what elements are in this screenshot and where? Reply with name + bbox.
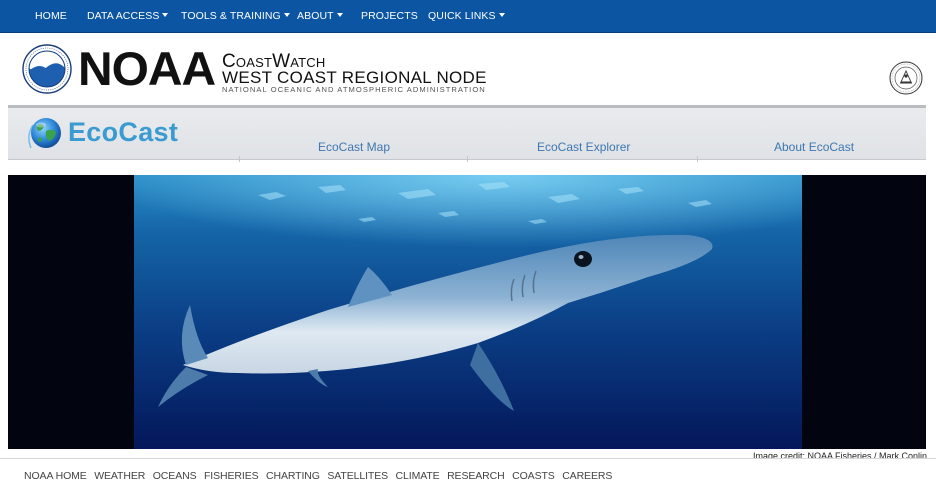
footer-nav: NOAA HOME WEATHER OCEANS FISHERIES CHARTING S…: [24, 470, 620, 482]
footer-link-weather[interactable]: WEATHER: [94, 470, 145, 482]
nav-about[interactable]: ABOUT: [297, 0, 343, 32]
ecocast-title[interactable]: EcoCast: [68, 118, 178, 146]
footer-link-oceans[interactable]: OCEANS: [153, 470, 197, 482]
nav-projects-label: PROJECTS: [361, 10, 418, 22]
nav-data-access[interactable]: DATA ACCESS: [87, 0, 169, 32]
about-ecocast-link[interactable]: About EcoCast: [774, 140, 854, 154]
nav-tools-training[interactable]: TOOLS & TRAINING: [181, 0, 290, 32]
nav-tools-training-label: TOOLS & TRAINING: [181, 10, 281, 22]
footer-link-climate[interactable]: CLIMATE: [396, 470, 440, 482]
nav-projects[interactable]: PROJECTS: [361, 0, 418, 32]
divider: [0, 458, 936, 459]
agency-subtitle: NATIONAL OCEANIC AND ATMOSPHERIC ADMINIS…: [222, 85, 486, 94]
footer-link-research[interactable]: RESEARCH: [447, 470, 505, 482]
chevron-down-icon: [162, 13, 169, 18]
footer-link-noaa-home[interactable]: NOAA HOME: [24, 470, 87, 482]
hero-shark-image: [8, 175, 926, 449]
footer-link-careers[interactable]: CAREERS: [562, 470, 612, 482]
department-of-commerce-seal-icon[interactable]: [889, 61, 923, 95]
footer-link-coasts[interactable]: COASTS: [512, 470, 555, 482]
divider: [467, 156, 468, 162]
chevron-down-icon: [498, 13, 505, 18]
site-header: NOAA CoastWatch WEST COAST REGIONAL NODE…: [0, 33, 936, 105]
ecocast-subnav: EcoCast EcoCast Map EcoCast Explorer Abo…: [8, 105, 926, 162]
chevron-down-icon: [336, 13, 343, 18]
footer-link-charting[interactable]: CHARTING: [266, 470, 320, 482]
nav-home[interactable]: HOME: [35, 0, 67, 32]
noaa-seal-icon[interactable]: [22, 44, 72, 94]
chevron-down-icon: [283, 13, 290, 18]
top-navbar: HOME DATA ACCESS TOOLS & TRAINING ABOUT …: [0, 0, 936, 33]
divider: [239, 156, 240, 162]
nav-data-access-label: DATA ACCESS: [87, 10, 160, 22]
nav-quick-links-label: QUICK LINKS: [428, 10, 496, 22]
nav-about-label: ABOUT: [297, 10, 334, 22]
nav-home-label: HOME: [35, 10, 67, 22]
divider: [697, 156, 698, 162]
footer-link-satellites[interactable]: SATELLITES: [327, 470, 388, 482]
noaa-wordmark[interactable]: NOAA: [78, 45, 216, 92]
shark-illustration: [8, 175, 926, 449]
regional-node-title: WEST COAST REGIONAL NODE: [222, 68, 487, 87]
nav-quick-links[interactable]: QUICK LINKS: [428, 0, 505, 32]
ecocast-explorer-link[interactable]: EcoCast Explorer: [537, 140, 630, 154]
footer-link-fisheries[interactable]: FISHERIES: [204, 470, 259, 482]
globe-icon[interactable]: [25, 112, 67, 154]
ecocast-map-link[interactable]: EcoCast Map: [318, 140, 390, 154]
